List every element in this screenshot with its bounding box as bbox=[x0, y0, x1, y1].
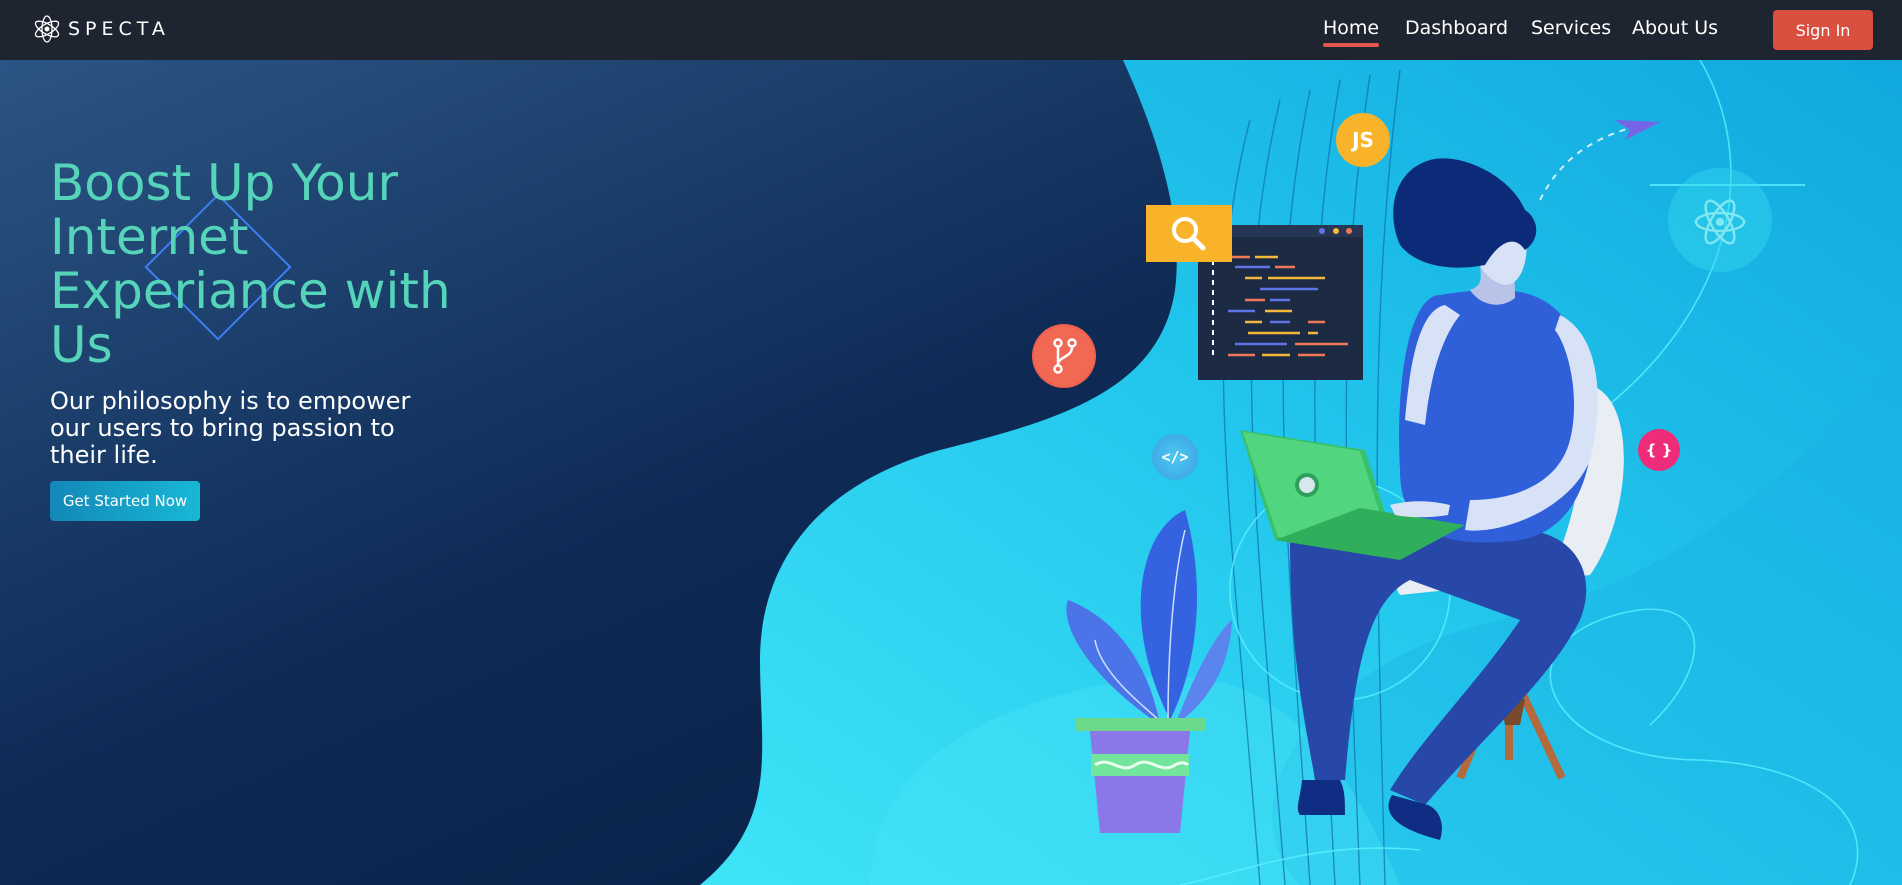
brand-name: SPECTA bbox=[68, 18, 170, 40]
top-navbar: SPECTA Home Dashboard Services About Us … bbox=[0, 0, 1902, 60]
nav-about-us[interactable]: About Us bbox=[1632, 17, 1718, 39]
specta-atom-logo-icon bbox=[34, 15, 60, 43]
nav-home[interactable]: Home bbox=[1323, 17, 1380, 47]
search-icon bbox=[1146, 205, 1232, 262]
nav-dashboard[interactable]: Dashboard bbox=[1405, 17, 1508, 39]
hero-section: Boost Up Your Internet Experiance with U… bbox=[0, 60, 1902, 885]
hero-subheadline: Our philosophy is to empower our users t… bbox=[50, 387, 411, 469]
hero-headline: Boost Up Your Internet Experiance with U… bbox=[50, 154, 451, 374]
nav-services[interactable]: Services bbox=[1531, 17, 1611, 39]
braces-icon: { } bbox=[1638, 429, 1680, 471]
git-branch-icon bbox=[1032, 324, 1096, 388]
brand-logo[interactable]: SPECTA bbox=[32, 12, 170, 46]
code-icon: </> bbox=[1152, 434, 1198, 480]
get-started-button[interactable]: Get Started Now bbox=[50, 481, 200, 521]
sign-in-button[interactable]: Sign In bbox=[1773, 10, 1873, 50]
js-icon: JS bbox=[1336, 113, 1390, 167]
